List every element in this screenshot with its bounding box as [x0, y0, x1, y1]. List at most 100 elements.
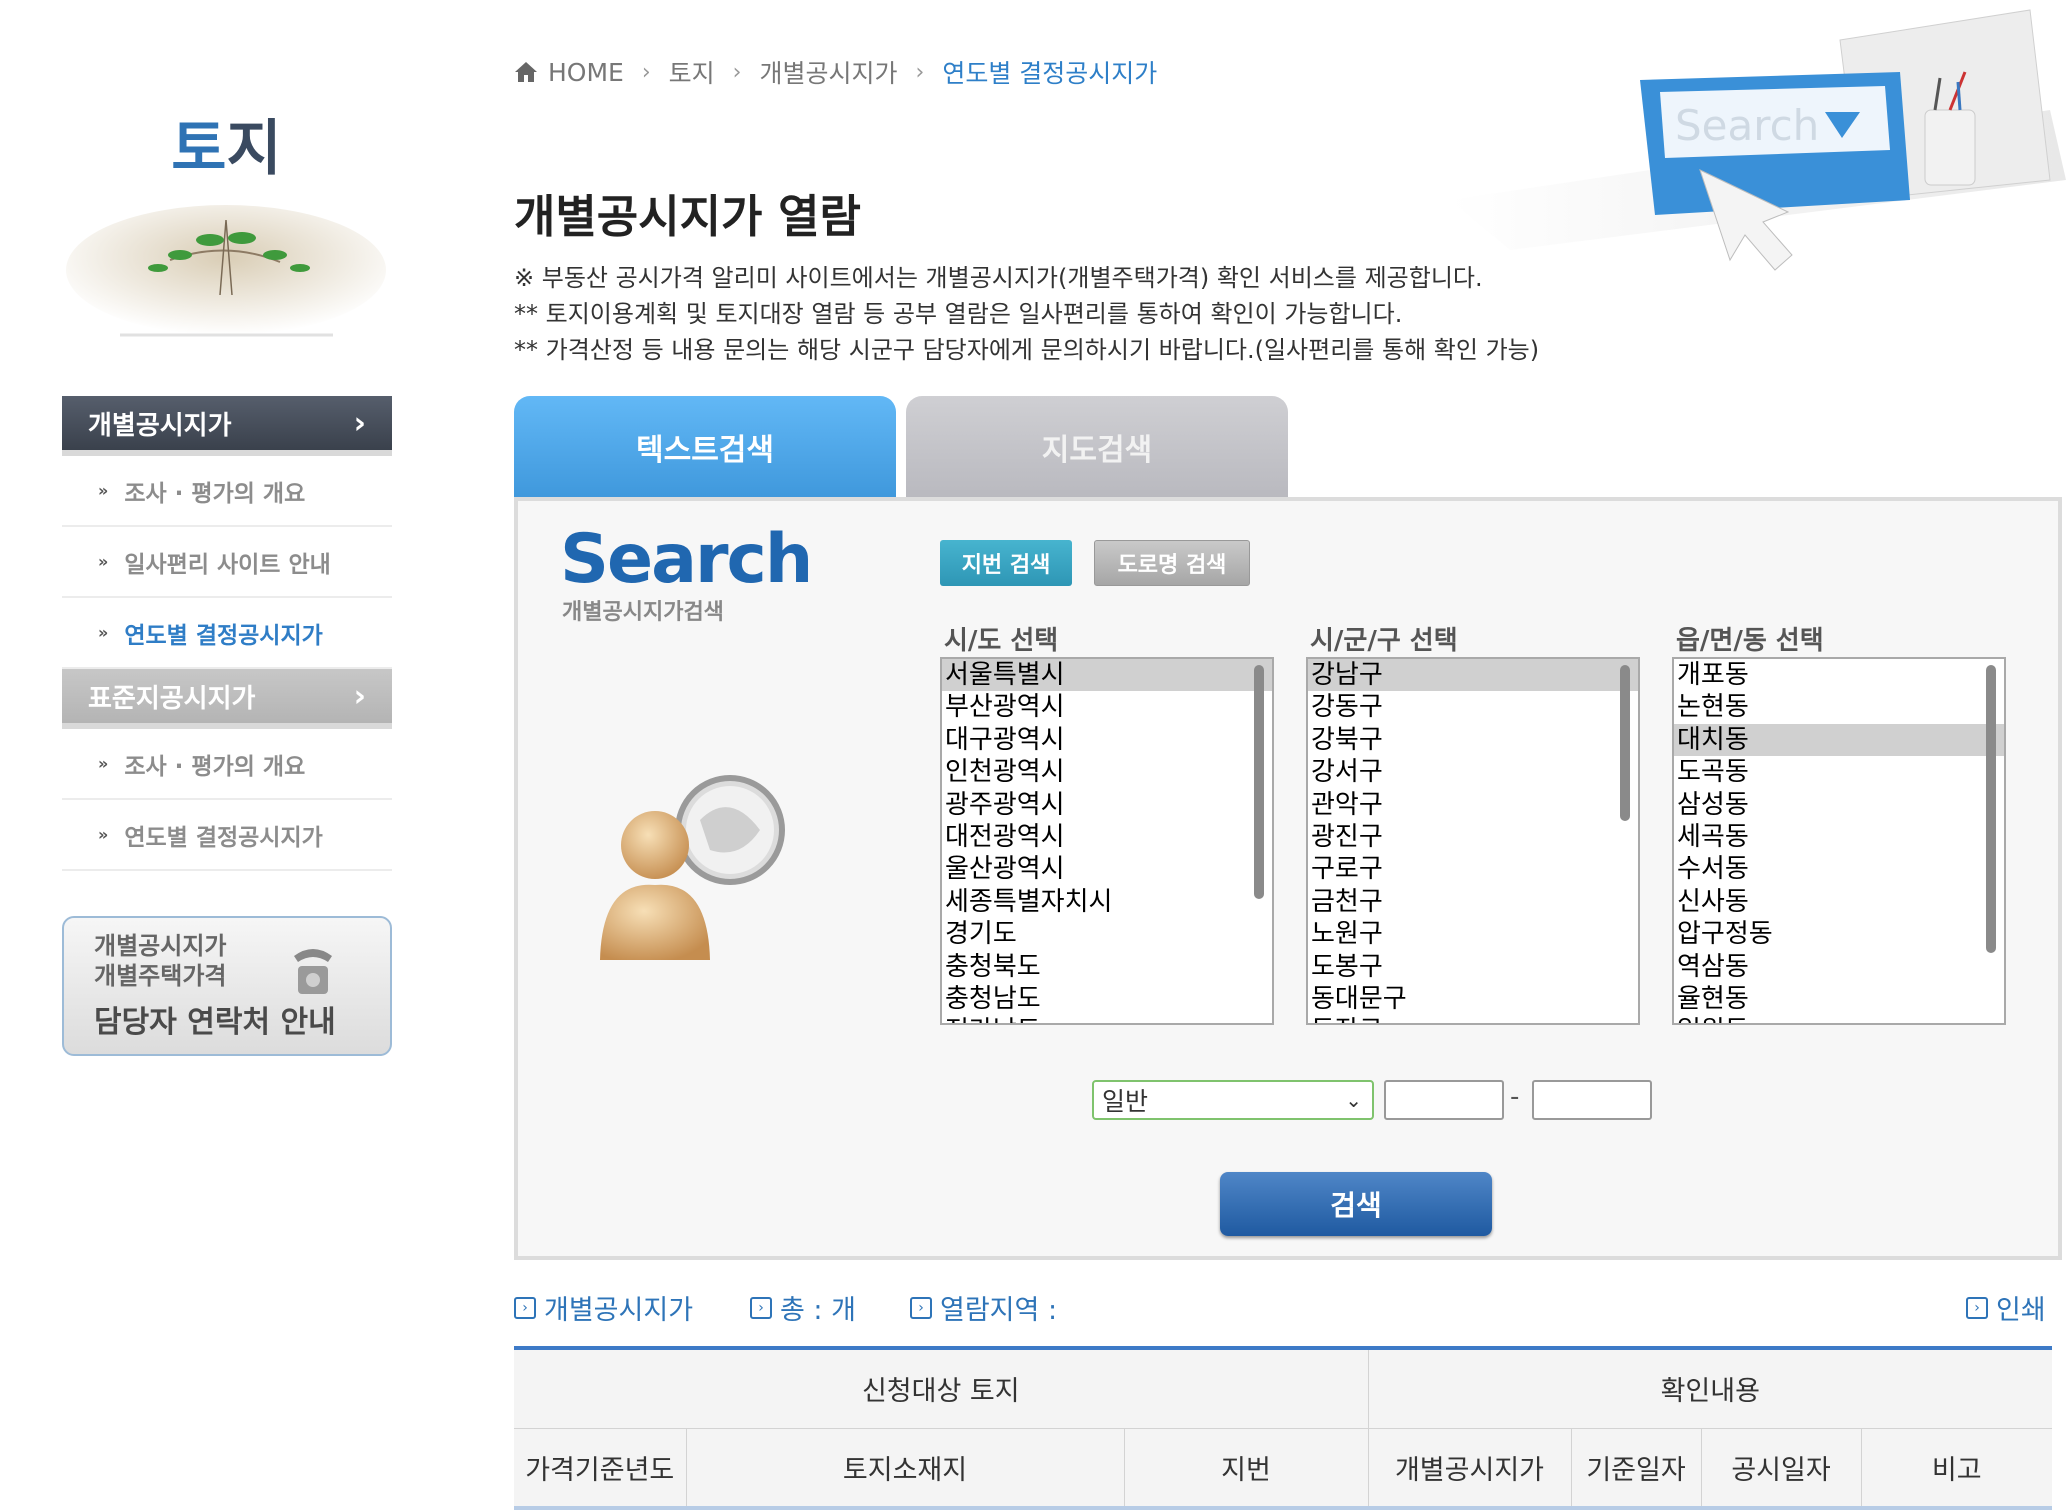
sidebar-head-label: 표준지공시지가: [88, 683, 256, 714]
column-header: 공시일자: [1700, 1428, 1861, 1510]
dong-option[interactable]: 역삼동: [1674, 951, 2004, 983]
sido-option[interactable]: 충청북도: [942, 951, 1272, 983]
sido-option[interactable]: 서울특별시: [942, 659, 1272, 692]
sido-option[interactable]: 광주광역시: [942, 789, 1272, 821]
dong-option[interactable]: 일원동: [1674, 1015, 2004, 1023]
dong-option[interactable]: 압구정동: [1674, 918, 2004, 950]
sidebar-item-standard-yearly[interactable]: » 연도별 결정공시지가: [62, 800, 392, 871]
contact-line-1: 개별공시지가: [94, 932, 227, 960]
bonbun-input[interactable]: [1384, 1080, 1504, 1120]
group-header-confirmation: 확인내용: [1367, 1348, 2052, 1429]
sigungu-option[interactable]: 강동구: [1308, 691, 1638, 723]
tab-map-search[interactable]: 지도검색: [906, 396, 1288, 498]
breadcrumb-home[interactable]: HOME: [548, 58, 624, 87]
result-info-region: › 열람지역 :: [910, 1288, 1057, 1327]
sigungu-option[interactable]: 광진구: [1308, 821, 1638, 853]
result-info-label: 개별공시지가: [544, 1295, 694, 1326]
illustration-search-text: Search: [1675, 101, 1819, 150]
column-header: 비고: [1860, 1428, 2052, 1510]
sigungu-option[interactable]: 강남구: [1308, 659, 1638, 692]
sido-option[interactable]: 충청남도: [942, 983, 1272, 1015]
sigungu-option[interactable]: 구로구: [1308, 853, 1638, 885]
dong-option[interactable]: 논현동: [1674, 691, 2004, 723]
notice-line: ** 가격산정 등 내용 문의는 해당 시군구 담당자에게 문의하시기 바랍니다…: [514, 336, 1540, 364]
search-logo-subtitle: 개별공시지가검색: [562, 600, 724, 625]
chevron-right-icon: ›: [353, 405, 366, 441]
land-type-select[interactable]: 일반 ⌄: [1092, 1080, 1374, 1120]
sidebar-head-label: 개별공시지가: [88, 410, 232, 441]
dong-option[interactable]: 대치동: [1674, 723, 2004, 757]
sido-option[interactable]: 대구광역시: [942, 724, 1272, 756]
sido-listbox[interactable]: 서울특별시 부산광역시 대구광역시 인천광역시 광주광역시 대전광역시 울산광역시 세종특별자…: [940, 657, 1274, 1025]
breadcrumb-current: 연도별 결정공시지가: [942, 59, 1158, 88]
dong-option[interactable]: 도곡동: [1674, 756, 2004, 788]
land-type-value: 일반: [1102, 1087, 1149, 1116]
dong-option[interactable]: 세곡동: [1674, 821, 2004, 853]
dong-option[interactable]: 삼성동: [1674, 789, 2004, 821]
dong-label: 읍/면/동 선택: [1676, 626, 1824, 656]
dong-option[interactable]: 개포동: [1674, 659, 2004, 691]
page-title: 개별공시지가 열람: [514, 190, 861, 243]
chevron-right-icon: ›: [915, 59, 925, 85]
sido-scrollbar[interactable]: [1254, 665, 1264, 899]
dong-scrollbar[interactable]: [1986, 665, 1996, 953]
sido-option[interactable]: 세종특별자치시: [942, 886, 1272, 918]
sigungu-option[interactable]: 동작구: [1308, 1015, 1638, 1023]
contact-info-banner[interactable]: 개별공시지가 개별주택가격 담당자 연락처 안내: [62, 916, 392, 1056]
sigungu-option[interactable]: 금천구: [1308, 886, 1638, 918]
sido-option[interactable]: 경기도: [942, 918, 1272, 950]
sido-option[interactable]: 울산광역시: [942, 853, 1272, 885]
sigungu-option[interactable]: 강서구: [1308, 756, 1638, 788]
sidebar-head-individual-price[interactable]: 개별공시지가 ›: [62, 396, 392, 456]
double-chevron-icon: »: [98, 552, 109, 571]
arrow-box-icon: ›: [514, 1296, 536, 1319]
column-header: 지번: [1123, 1428, 1368, 1510]
table-column-header-row: 가격기준년도 토지소재지 지번 개별공시지가 기준일자 공시일자 비고: [514, 1428, 2052, 1510]
sidebar-menu: 개별공시지가 › » 조사 · 평가의 개요 » 일사편리 사이트 안내 » 연…: [62, 396, 392, 871]
double-chevron-icon: »: [98, 825, 109, 844]
sigungu-label: 시/군/구 선택: [1310, 626, 1458, 656]
arrow-box-icon: ›: [910, 1296, 932, 1319]
group-header-target-land: 신청대상 토지: [514, 1348, 1368, 1429]
sidebar-item-label: 연도별 결정공시지가: [124, 622, 323, 649]
contact-line-2: 개별주택가격: [94, 962, 227, 990]
sigungu-option[interactable]: 노원구: [1308, 918, 1638, 950]
arrow-box-icon: ›: [750, 1296, 772, 1319]
sigungu-option[interactable]: 강북구: [1308, 724, 1638, 756]
sigungu-listbox[interactable]: 강남구강동구강북구강서구관악구광진구구로구금천구노원구도봉구동대문구동작구: [1306, 657, 1640, 1025]
sidebar-item-label: 조사 · 평가의 개요: [124, 480, 306, 507]
search-submit-button[interactable]: 검색: [1220, 1172, 1492, 1236]
sigungu-option[interactable]: 관악구: [1308, 789, 1638, 821]
bubun-input[interactable]: [1532, 1080, 1652, 1120]
dong-listbox[interactable]: 개포동논현동대치동도곡동삼성동세곡동수서동신사동압구정동역삼동율현동일원동: [1672, 657, 2006, 1025]
sido-option[interactable]: 전라남도: [942, 1015, 1272, 1023]
arrow-box-icon: ›: [1966, 1296, 1988, 1319]
notice-line: ** 토지이용계획 및 토지대장 열람 등 공부 열람은 일사편리를 통하여 확…: [514, 300, 1403, 328]
double-chevron-icon: »: [98, 481, 109, 500]
sigungu-scrollbar[interactable]: [1620, 665, 1630, 821]
double-chevron-icon: »: [98, 754, 109, 773]
sidebar-item-standard-overview[interactable]: » 조사 · 평가의 개요: [62, 729, 392, 800]
result-info-label: 열람지역 :: [940, 1295, 1058, 1326]
dong-option[interactable]: 신사동: [1674, 886, 2004, 918]
sido-option[interactable]: 부산광역시: [942, 691, 1272, 723]
sigungu-option[interactable]: 도봉구: [1308, 951, 1638, 983]
breadcrumb-item[interactable]: 토지: [669, 54, 715, 90]
sigungu-option[interactable]: 동대문구: [1308, 983, 1638, 1015]
jibun-search-button[interactable]: 지번 검색: [940, 540, 1072, 586]
road-name-search-button[interactable]: 도로명 검색: [1094, 540, 1250, 586]
chevron-right-icon: ›: [732, 59, 742, 85]
sidebar-item-ilsa-guide[interactable]: » 일사편리 사이트 안내: [62, 527, 392, 598]
sido-option[interactable]: 인천광역시: [942, 756, 1272, 788]
dong-option[interactable]: 율현동: [1674, 983, 2004, 1015]
sidebar-item-yearly-price[interactable]: » 연도별 결정공시지가: [62, 598, 392, 669]
home-icon: [515, 62, 537, 82]
sidebar-head-standard-price[interactable]: 표준지공시지가 ›: [62, 669, 392, 729]
breadcrumb-item[interactable]: 개별공시지가: [759, 54, 897, 90]
tab-text-search[interactable]: 텍스트검색: [514, 396, 896, 498]
dong-option[interactable]: 수서동: [1674, 853, 2004, 885]
sido-option[interactable]: 대전광역시: [942, 821, 1272, 853]
sidebar-item-label: 일사편리 사이트 안내: [124, 551, 331, 578]
print-link[interactable]: › 인쇄: [1966, 1288, 2046, 1327]
sidebar-item-survey-overview[interactable]: » 조사 · 평가의 개요: [62, 456, 392, 527]
